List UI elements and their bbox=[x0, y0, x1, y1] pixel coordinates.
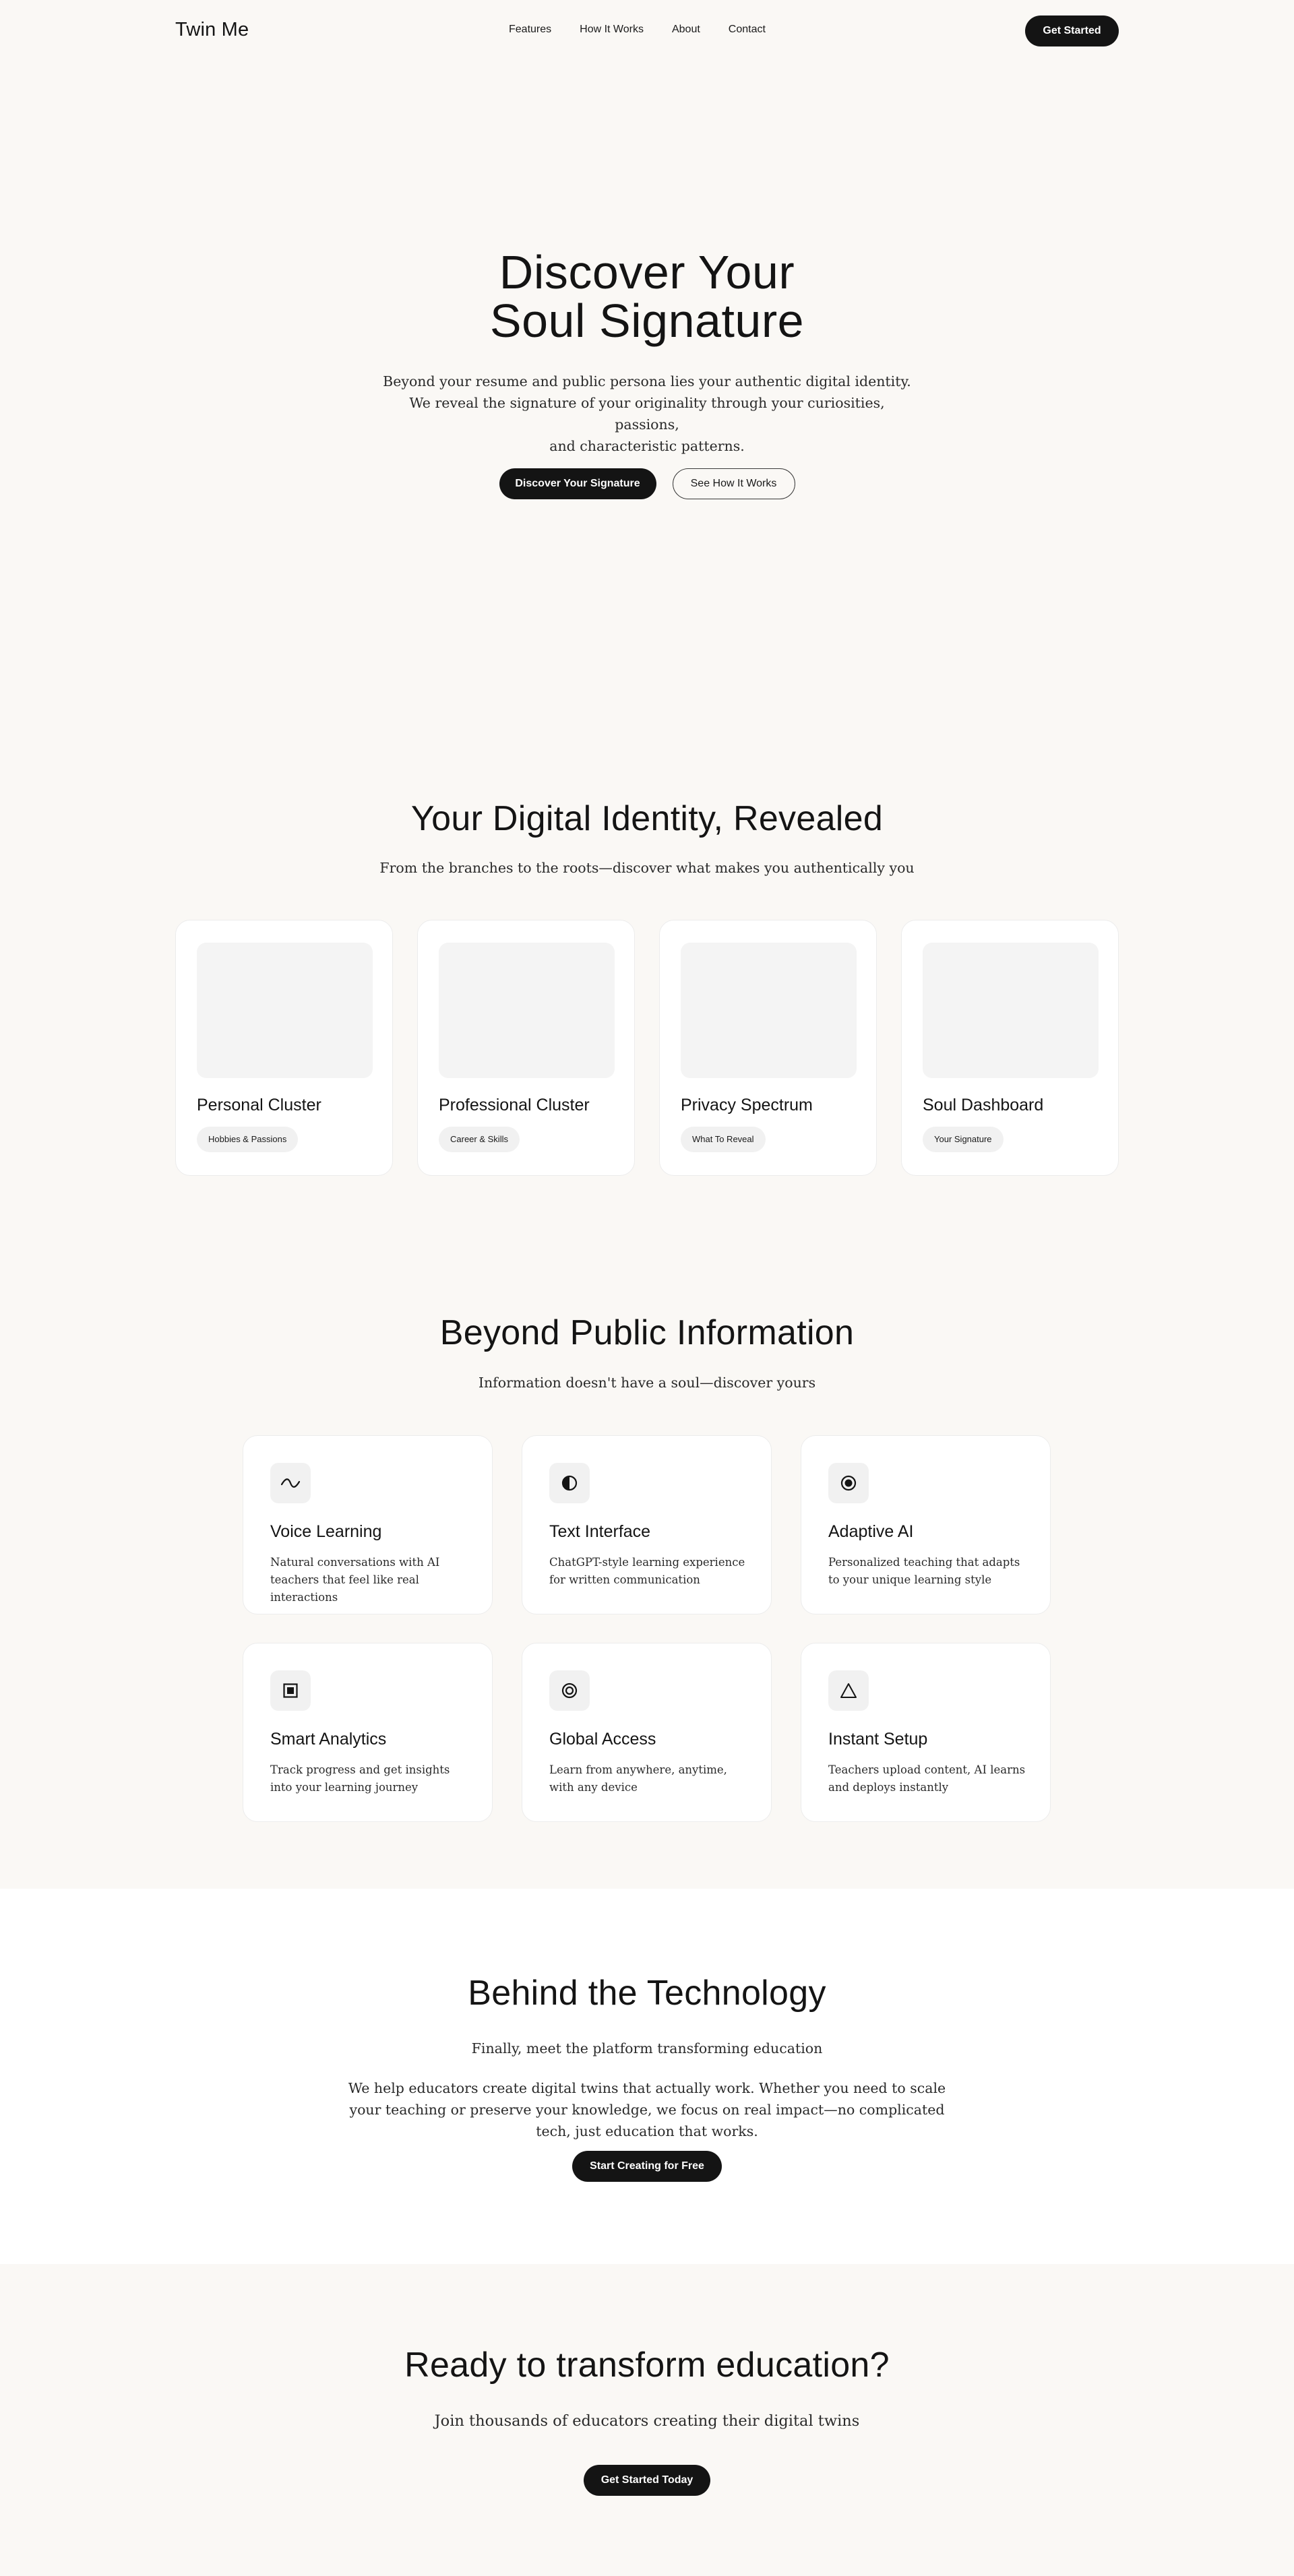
feature-card-adaptive-ai[interactable]: Adaptive AI Personalized teaching that a… bbox=[801, 1435, 1051, 1614]
discover-signature-button[interactable]: Discover Your Signature bbox=[499, 468, 656, 499]
card-tag: Career & Skills bbox=[439, 1127, 520, 1152]
card-title: Personal Cluster bbox=[197, 1096, 321, 1114]
card-tag: Hobbies & Passions bbox=[197, 1127, 299, 1152]
hero-subtitle: Beyond your resume and public persona li… bbox=[377, 371, 917, 457]
feature-title: Voice Learning bbox=[270, 1522, 382, 1541]
feature-description: Learn from anywhere, anytime, with any d… bbox=[549, 1763, 727, 1794]
identity-card-soul-dashboard[interactable]: Soul Dashboard Your Signature bbox=[901, 920, 1119, 1176]
feature-card-text-interface[interactable]: Text Interface ChatGPT-style learning ex… bbox=[522, 1435, 772, 1614]
card-tag: What To Reveal bbox=[681, 1127, 766, 1152]
triangle-icon bbox=[828, 1670, 869, 1711]
feature-title: Global Access bbox=[549, 1730, 656, 1749]
concentric-circle-icon bbox=[549, 1670, 590, 1711]
get-started-today-button[interactable]: Get Started Today bbox=[584, 2465, 710, 2496]
technology-body: We help educators create digital twins t… bbox=[348, 2080, 946, 2139]
hero-title-line-2: Soul Signature bbox=[489, 294, 805, 347]
see-how-it-works-button[interactable]: See How It Works bbox=[672, 468, 795, 499]
technology-title: Behind the Technology bbox=[468, 1974, 826, 2013]
hero-subtitle-line-3: and characteristic patterns. bbox=[549, 438, 745, 454]
card-tag: Your Signature bbox=[923, 1127, 1004, 1152]
feature-card-global-access[interactable]: Global Access Learn from anywhere, anyti… bbox=[522, 1643, 772, 1822]
feature-card-smart-analytics[interactable]: Smart Analytics Track progress and get i… bbox=[243, 1643, 493, 1822]
feature-title: Instant Setup bbox=[828, 1730, 928, 1749]
feature-description: Track progress and get insights into you… bbox=[270, 1763, 450, 1794]
card-image-placeholder bbox=[197, 943, 373, 1078]
square-dot-icon bbox=[270, 1670, 311, 1711]
identity-title: Your Digital Identity, Revealed bbox=[410, 799, 884, 838]
feature-title: Adaptive AI bbox=[828, 1522, 914, 1541]
card-image-placeholder bbox=[439, 943, 615, 1078]
hero-title: Discover Your Soul Signature bbox=[0, 248, 1294, 345]
feature-description: Personalized teaching that adapts to you… bbox=[828, 1556, 1020, 1586]
start-creating-button[interactable]: Start Creating for Free bbox=[572, 2151, 722, 2182]
features-subtitle: Information doesn't have a soul—discover… bbox=[478, 1375, 816, 1391]
identity-card-privacy-spectrum[interactable]: Privacy Spectrum What To Reveal bbox=[659, 920, 877, 1176]
hero-subtitle-line-2: We reveal the signature of your original… bbox=[409, 395, 885, 433]
wave-icon bbox=[270, 1463, 311, 1503]
features-title: Beyond Public Information bbox=[439, 1313, 855, 1352]
technology-section: Behind the Technology Finally, meet the … bbox=[0, 1889, 1294, 2264]
cta-title: Ready to transform education? bbox=[404, 2346, 890, 2385]
feature-description: ChatGPT-style learning experience for wr… bbox=[549, 1556, 745, 1586]
cta-subtitle: Join thousands of educators creating the… bbox=[434, 2412, 860, 2430]
card-title: Soul Dashboard bbox=[923, 1096, 1044, 1114]
identity-card-professional-cluster[interactable]: Professional Cluster Career & Skills bbox=[417, 920, 635, 1176]
card-image-placeholder bbox=[681, 943, 857, 1078]
identity-cards: Personal Cluster Hobbies & Passions Prof… bbox=[175, 920, 1119, 1176]
half-circle-icon bbox=[549, 1463, 590, 1503]
hero-subtitle-line-1: Beyond your resume and public persona li… bbox=[383, 373, 911, 389]
feature-title: Smart Analytics bbox=[270, 1730, 387, 1749]
hero-buttons: Discover Your Signature See How It Works bbox=[0, 468, 1294, 499]
card-image-placeholder bbox=[923, 943, 1099, 1078]
feature-card-instant-setup[interactable]: Instant Setup Teachers upload content, A… bbox=[801, 1643, 1051, 1822]
feature-description: Teachers upload content, AI learns and d… bbox=[828, 1763, 1026, 1794]
target-icon bbox=[828, 1463, 869, 1503]
hero-section: Discover Your Soul Signature Beyond your… bbox=[0, 0, 1294, 741]
feature-title: Text Interface bbox=[549, 1522, 651, 1541]
card-title: Privacy Spectrum bbox=[681, 1096, 813, 1114]
feature-card-voice-learning[interactable]: Voice Learning Natural conversations wit… bbox=[243, 1435, 493, 1614]
hero-title-line-1: Discover Your bbox=[499, 246, 795, 299]
feature-description: Natural conversations with AI teachers t… bbox=[270, 1556, 440, 1604]
card-title: Professional Cluster bbox=[439, 1096, 590, 1114]
identity-subtitle: From the branches to the roots—discover … bbox=[379, 860, 915, 876]
technology-subtitle: Finally, meet the platform transforming … bbox=[471, 2040, 823, 2056]
identity-card-personal-cluster[interactable]: Personal Cluster Hobbies & Passions bbox=[175, 920, 393, 1176]
features-grid: Voice Learning Natural conversations wit… bbox=[243, 1435, 1051, 1822]
